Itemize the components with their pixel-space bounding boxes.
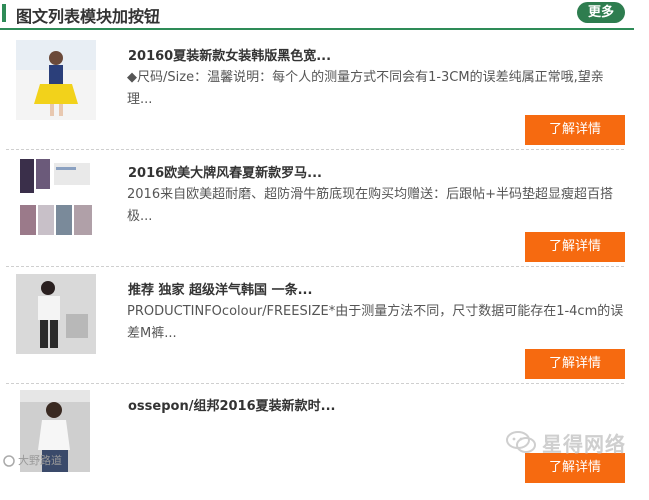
wechat-icon xyxy=(506,431,536,453)
more-button[interactable]: 更多 xyxy=(577,2,625,23)
details-button[interactable]: 了解详情 xyxy=(525,232,625,262)
module-title: 图文列表模块加按钮 xyxy=(16,7,161,26)
product-thumbnail[interactable] xyxy=(16,274,96,354)
list-item[interactable]: 2016欧美大牌风春夏新款罗马... 2016来自欧美超耐磨、超防滑牛筋底现在购… xyxy=(0,150,634,267)
list-item[interactable]: 20160夏装新款女装韩版黑色宽... ◆尺码/Size：温馨说明：每个人的测量… xyxy=(0,33,634,150)
product-description: PRODUCTINFOcolour/FREESIZE*由于测量方法不同，尺寸数据… xyxy=(127,304,624,341)
corner-watermark-text: 大野路道 xyxy=(18,454,62,467)
product-description: 2016来自欧美超耐磨、超防滑牛筋底现在购买均赠送：后跟帖+半码垫超显瘦超百搭极… xyxy=(127,187,613,224)
list-item[interactable]: 推荐 独家 超级洋气韩国 一条... PRODUCTINFOcolour/FRE… xyxy=(0,267,634,384)
product-title[interactable]: 推荐 独家 超级洋气韩国 一条... xyxy=(128,279,608,298)
details-button[interactable]: 了解详情 xyxy=(525,115,625,145)
weibo-icon xyxy=(3,455,15,467)
product-thumbnail[interactable] xyxy=(16,40,96,120)
product-thumbnail[interactable] xyxy=(16,157,96,237)
product-description: ◆尺码/Size：温馨说明：每个人的测量方式不同会有1-3CM的误差纯属正常哦,… xyxy=(127,70,604,107)
product-title[interactable]: ossepon/组邦2016夏装新款时... xyxy=(128,395,608,414)
header-accent-bar xyxy=(2,4,6,22)
product-title[interactable]: 20160夏装新款女装韩版黑色宽... xyxy=(128,45,608,64)
watermark: 星得网络 xyxy=(506,426,636,458)
watermark-text: 星得网络 xyxy=(542,431,626,456)
product-title[interactable]: 2016欧美大牌风春夏新款罗马... xyxy=(128,162,608,181)
module-header: 图文列表模块加按钮 更多 xyxy=(0,0,634,30)
details-button[interactable]: 了解详情 xyxy=(525,349,625,379)
